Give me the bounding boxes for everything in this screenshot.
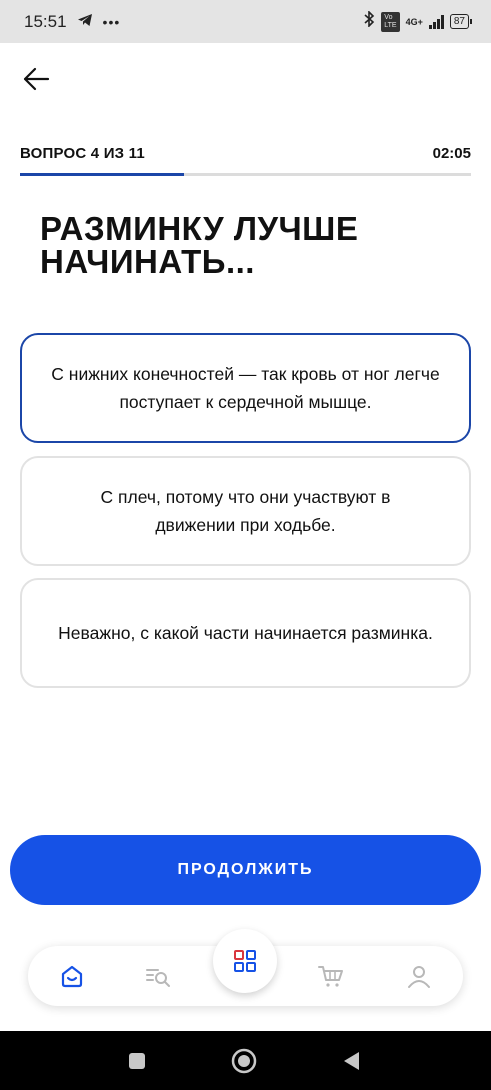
profile-icon bbox=[408, 966, 430, 988]
quiz-timer: 02:05 bbox=[432, 145, 471, 162]
triangle-back-icon bbox=[344, 1052, 359, 1070]
nav-profile[interactable] bbox=[404, 961, 434, 991]
recents-button[interactable] bbox=[122, 1047, 152, 1075]
nav-menu[interactable] bbox=[213, 929, 277, 993]
back-button[interactable] bbox=[20, 63, 52, 95]
answer-option-1[interactable]: С нижних конечностей — так кровь от ног … bbox=[20, 333, 471, 443]
volte-icon: Vo LTE bbox=[381, 11, 400, 32]
cart-icon bbox=[318, 966, 343, 987]
continue-button[interactable]: ПРОДОЛЖИТЬ bbox=[10, 835, 481, 905]
home-system-button[interactable] bbox=[229, 1047, 259, 1075]
battery-icon: 87 bbox=[449, 14, 473, 29]
progress-bar bbox=[20, 173, 471, 176]
system-nav-bar bbox=[0, 1031, 491, 1090]
nav-home[interactable] bbox=[57, 961, 87, 991]
arrow-left-icon bbox=[23, 67, 50, 91]
status-bar: 15:51 ••• Vo LTE 4G+ 87 bbox=[0, 0, 491, 43]
network-type: 4G+ bbox=[405, 16, 423, 27]
grid-menu-icon bbox=[234, 950, 256, 972]
nav-catalog[interactable] bbox=[143, 961, 173, 991]
question-title: РАЗМИНКУ ЛУЧШЕ НАЧИНАТЬ... bbox=[40, 210, 359, 280]
more-notifications-icon: ••• bbox=[102, 13, 121, 30]
answer-option-2[interactable]: С плеч, потому что они участвуют в движе… bbox=[20, 456, 471, 566]
progress-bar-fill bbox=[20, 173, 185, 176]
question-counter: ВОПРОС 4 ИЗ 11 bbox=[20, 145, 145, 162]
status-left: 15:51 ••• bbox=[24, 12, 120, 32]
status-right: Vo LTE 4G+ 87 bbox=[363, 10, 473, 32]
status-time: 15:51 bbox=[24, 11, 67, 31]
answer-option-text: Неважно, с какой части начинается размин… bbox=[58, 623, 433, 643]
answer-option-text: С плеч, потому что они участвуют в движе… bbox=[100, 487, 391, 535]
battery-level: 87 bbox=[453, 16, 465, 27]
bluetooth-icon bbox=[363, 10, 375, 32]
signal-icon bbox=[428, 14, 444, 29]
telegram-icon bbox=[77, 12, 93, 32]
answer-option-text: С нижних конечностей — так кровь от ног … bbox=[51, 364, 440, 412]
square-icon bbox=[129, 1053, 145, 1069]
home-icon bbox=[61, 965, 83, 988]
nav-cart[interactable] bbox=[316, 961, 346, 991]
circle-icon bbox=[231, 1048, 257, 1074]
back-system-button[interactable] bbox=[336, 1047, 366, 1075]
answer-option-3[interactable]: Неважно, с какой части начинается размин… bbox=[20, 578, 471, 688]
catalog-search-icon bbox=[146, 969, 170, 987]
